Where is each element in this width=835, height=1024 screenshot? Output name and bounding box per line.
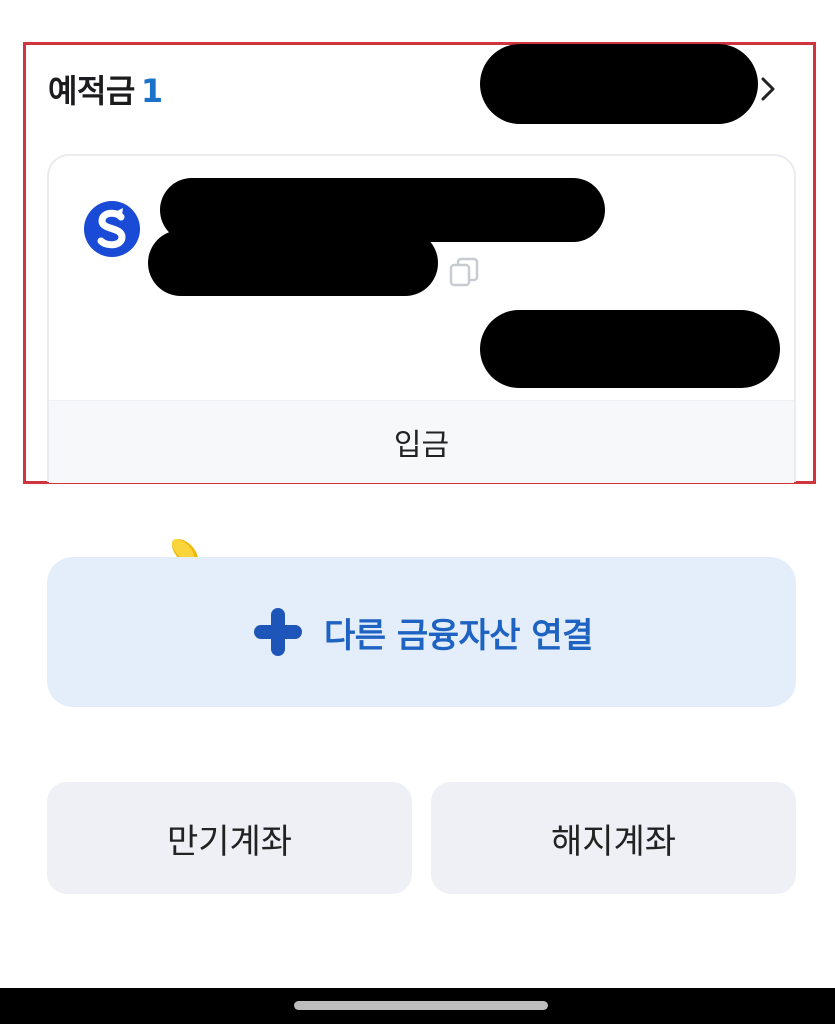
deposit-label: 입금: [393, 428, 450, 463]
redacted-account-number: [148, 230, 438, 296]
plus-icon: [254, 608, 303, 656]
section-count: 1: [140, 72, 163, 110]
connect-asset-label: 다른 금융자산 연결: [324, 615, 593, 656]
home-gesture-handle[interactable]: [294, 1001, 548, 1010]
shinhan-bank-logo-icon: [84, 201, 140, 257]
connect-asset-button[interactable]: 다른 금융자산 연결: [47, 557, 796, 707]
matured-accounts-label: 만기계좌: [166, 821, 293, 862]
deposit-button[interactable]: 입금: [49, 400, 794, 483]
chevron-right-icon[interactable]: [758, 74, 778, 104]
closed-accounts-button[interactable]: 해지계좌: [431, 782, 796, 894]
deposit-section-header[interactable]: 예적금 1: [48, 66, 163, 112]
matured-accounts-button[interactable]: 만기계좌: [47, 782, 412, 894]
closed-accounts-label: 해지계좌: [550, 821, 677, 862]
redacted-total-amount: [480, 44, 758, 124]
section-title: 예적금: [48, 72, 135, 110]
redacted-account-balance: [480, 310, 780, 388]
copy-icon[interactable]: [448, 256, 480, 288]
page: 예적금 1 입금 다른 금융자산 연결 만기계좌 해지계좌: [0, 0, 835, 1024]
